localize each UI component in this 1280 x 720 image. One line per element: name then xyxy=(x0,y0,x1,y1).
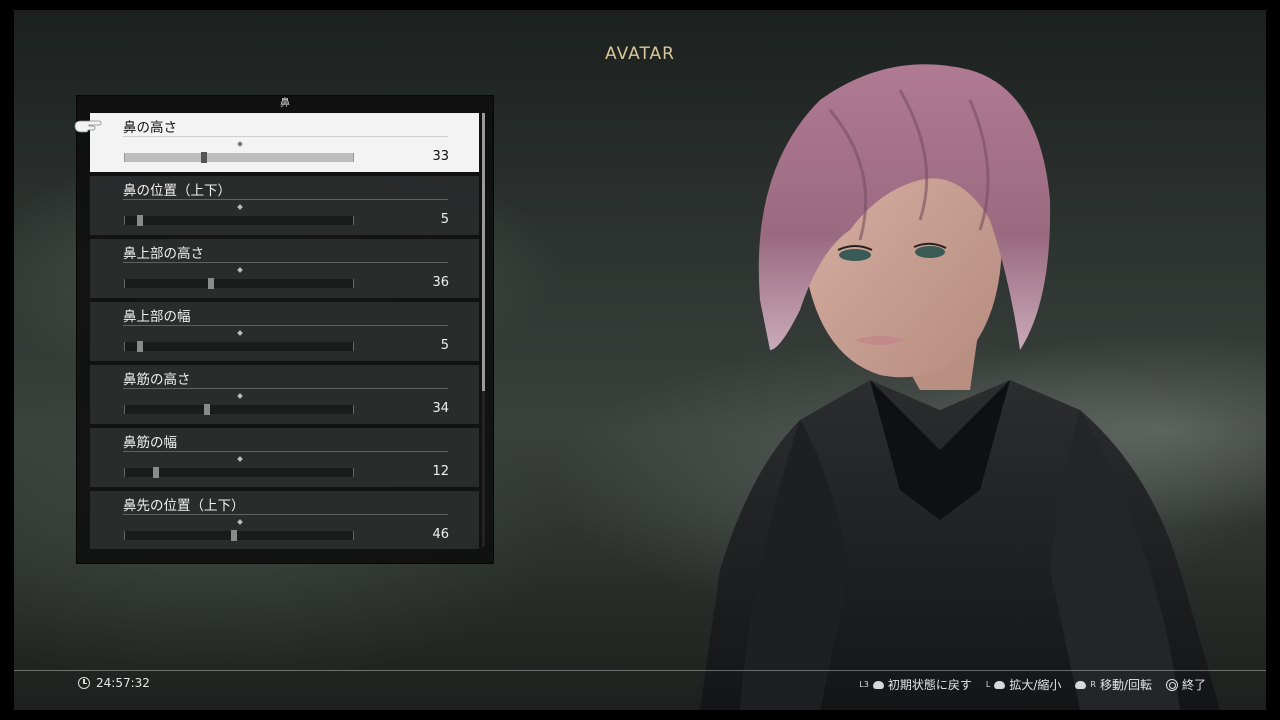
move-button-tag: R xyxy=(1090,680,1096,689)
scrollbar-thumb[interactable] xyxy=(482,113,485,391)
playtime-text: 24:57:32 xyxy=(96,676,150,690)
slider-thumb[interactable] xyxy=(137,215,143,226)
zoom-button-tag: L xyxy=(985,680,991,689)
slider-thumb[interactable] xyxy=(153,467,159,478)
slider-value: 34 xyxy=(432,401,449,416)
character-portrait xyxy=(700,64,1220,710)
center-marker-icon xyxy=(237,330,243,336)
page-title: AVATAR xyxy=(605,44,675,64)
slider-row[interactable]: 鼻の高さ 33 xyxy=(90,113,479,172)
hint-zoom-label: 拡大/縮小 xyxy=(1009,678,1062,692)
nose-settings-panel: 鼻 鼻の高さ 33 鼻の位置（上下） 5 鼻上部の高さ 36 鼻上部の幅 5 鼻… xyxy=(76,95,494,564)
footer-divider xyxy=(14,670,1266,671)
circle-button-icon xyxy=(1165,678,1178,691)
clock-icon xyxy=(78,677,90,689)
playtime-display: 24:57:32 xyxy=(78,676,150,690)
row-divider xyxy=(123,388,448,389)
row-divider xyxy=(123,325,448,326)
slider-row[interactable]: 鼻上部の幅 5 xyxy=(90,302,479,361)
slider-thumb[interactable] xyxy=(231,530,237,541)
slider-value: 36 xyxy=(432,275,449,290)
slider-row[interactable]: 鼻筋の高さ 34 xyxy=(90,365,479,424)
slider-row[interactable]: 鼻の位置（上下） 5 xyxy=(90,176,479,235)
slider-value: 5 xyxy=(440,212,449,227)
slider-thumb[interactable] xyxy=(204,404,210,415)
row-divider xyxy=(123,262,448,263)
slider-thumb[interactable] xyxy=(208,278,214,289)
right-stick-icon xyxy=(1075,680,1087,689)
slider-value: 33 xyxy=(432,149,449,164)
hint-reset-label: 初期状態に戻す xyxy=(887,678,972,692)
hint-exit-label: 終了 xyxy=(1181,678,1206,692)
slider-track[interactable] xyxy=(124,278,354,289)
slider-value: 12 xyxy=(432,464,449,479)
center-marker-icon xyxy=(237,393,243,399)
center-marker-icon xyxy=(237,267,243,273)
slider-track[interactable] xyxy=(124,341,354,352)
left-stick-icon xyxy=(994,680,1006,689)
hint-reset[interactable]: L3 初期状態に戻す xyxy=(859,676,972,693)
slider-row[interactable]: 鼻先の位置（上下） 46 xyxy=(90,491,479,549)
slider-row[interactable]: 鼻上部の高さ 36 xyxy=(90,239,479,298)
slider-list: 鼻の高さ 33 鼻の位置（上下） 5 鼻上部の高さ 36 鼻上部の幅 5 鼻筋の… xyxy=(90,113,481,549)
slider-label: 鼻先の位置（上下） xyxy=(123,498,245,514)
slider-track[interactable] xyxy=(124,467,354,478)
slider-track[interactable] xyxy=(124,404,354,415)
slider-label: 鼻上部の幅 xyxy=(123,309,191,325)
row-divider xyxy=(123,136,448,137)
hint-zoom[interactable]: L 拡大/縮小 xyxy=(986,676,1062,693)
slider-value: 5 xyxy=(440,338,449,353)
row-divider xyxy=(123,514,448,515)
center-marker-icon xyxy=(237,519,243,525)
slider-label: 鼻筋の幅 xyxy=(123,435,177,451)
center-marker-icon xyxy=(237,456,243,462)
slider-thumb[interactable] xyxy=(137,341,143,352)
list-scrollbar[interactable] xyxy=(482,113,485,547)
slider-track[interactable] xyxy=(124,152,354,163)
row-divider xyxy=(123,451,448,452)
pointer-hand-icon xyxy=(74,120,102,133)
slider-row[interactable]: 鼻筋の幅 12 xyxy=(90,428,479,487)
hint-exit[interactable]: 終了 xyxy=(1165,676,1206,693)
reset-button-tag: L3 xyxy=(859,680,869,689)
slider-track[interactable] xyxy=(124,215,354,226)
slider-thumb[interactable] xyxy=(201,152,207,163)
slider-value: 46 xyxy=(432,527,449,542)
slider-label: 鼻の高さ xyxy=(123,120,177,136)
slider-label: 鼻上部の高さ xyxy=(123,246,204,262)
control-hints: L3 初期状態に戻す L 拡大/縮小 R 移動/回転 終了 xyxy=(859,676,1206,693)
row-divider xyxy=(123,199,448,200)
slider-label: 鼻筋の高さ xyxy=(123,372,191,388)
left-stick-icon xyxy=(872,680,884,689)
hint-move[interactable]: R 移動/回転 xyxy=(1075,676,1152,693)
center-marker-icon xyxy=(237,204,243,210)
slider-label: 鼻の位置（上下） xyxy=(123,183,231,199)
center-marker-icon xyxy=(237,141,243,147)
hint-move-label: 移動/回転 xyxy=(1099,678,1152,692)
panel-category-title: 鼻 xyxy=(280,98,290,109)
slider-track[interactable] xyxy=(124,530,354,541)
